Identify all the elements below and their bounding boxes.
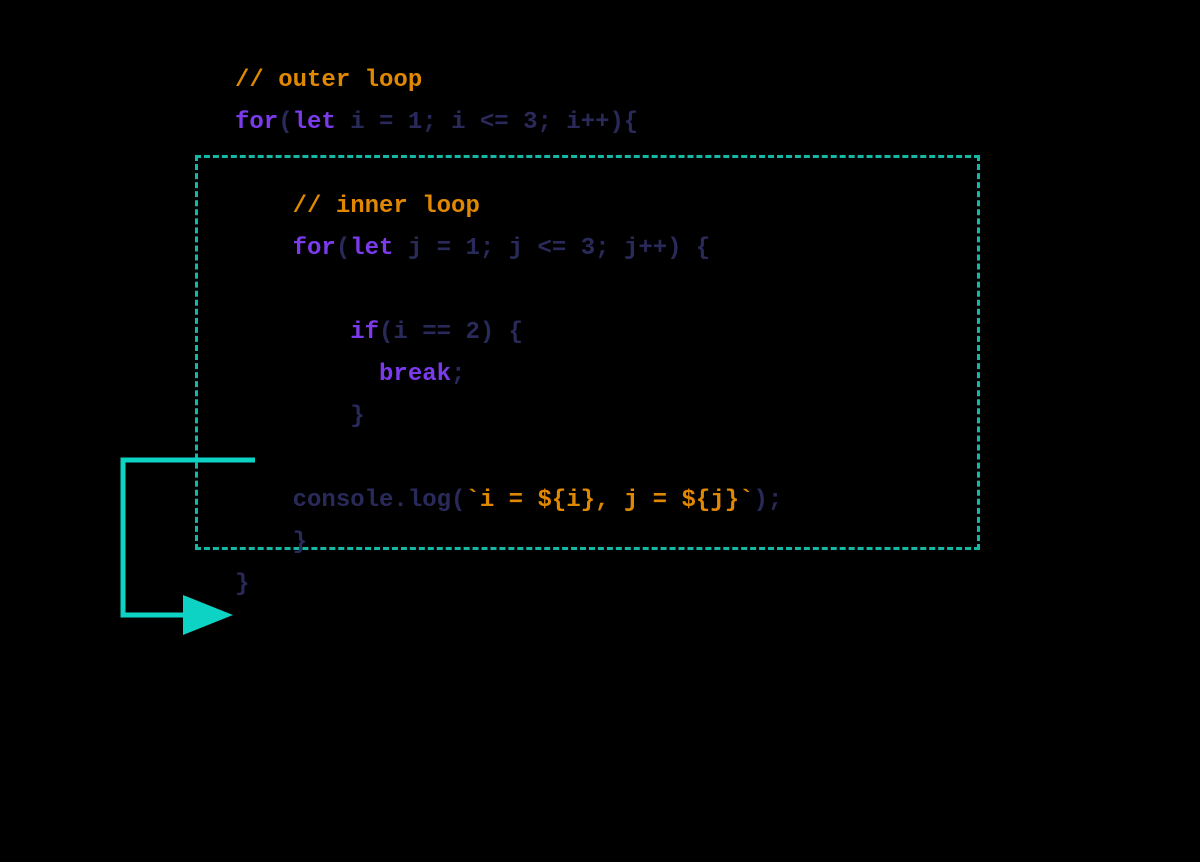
blank-line — [235, 144, 1200, 186]
code-line: // outer loop — [235, 60, 1200, 102]
keyword-break: break — [379, 361, 451, 388]
comment-text: // inner loop — [293, 193, 480, 220]
keyword-for: for — [293, 235, 336, 262]
code-line: for(let j = 1; j <= 3; j++) { — [235, 228, 1200, 270]
code-line: } — [235, 564, 1200, 606]
keyword-for: for — [235, 109, 278, 136]
code-line: // inner loop — [235, 186, 1200, 228]
code-line: } — [235, 522, 1200, 564]
comment-text: // outer loop — [235, 67, 422, 94]
code-block: // outer loop for(let i = 1; i <= 3; i++… — [235, 60, 1200, 606]
code-line: if(i == 2) { — [235, 312, 1200, 354]
keyword-if: if — [350, 319, 379, 346]
code-line: for(let i = 1; i <= 3; i++){ — [235, 102, 1200, 144]
keyword-let: let — [350, 235, 393, 262]
code-line: break; — [235, 354, 1200, 396]
keyword-let: let — [293, 109, 336, 136]
blank-line — [235, 270, 1200, 312]
blank-line — [235, 438, 1200, 480]
code-line: } — [235, 396, 1200, 438]
break-flow-arrow — [105, 450, 255, 650]
code-line: console.log(`i = ${i}, j = ${j}`); — [235, 480, 1200, 522]
